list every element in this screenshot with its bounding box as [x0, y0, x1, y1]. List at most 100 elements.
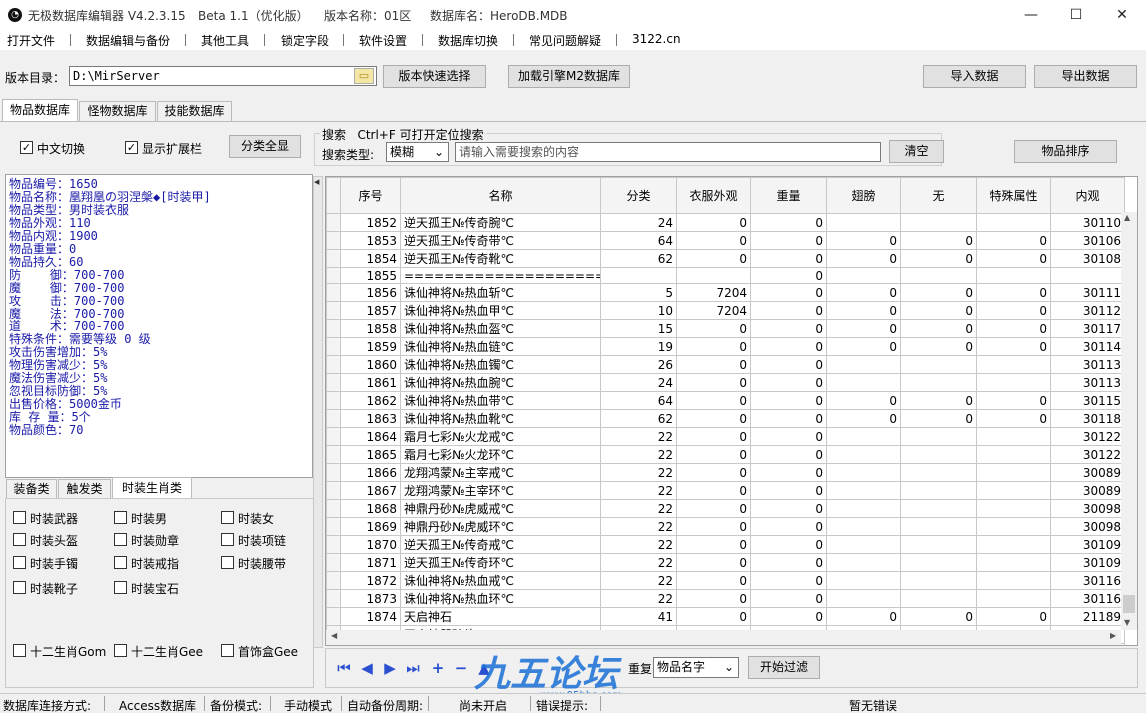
table-cell[interactable]: 0	[676, 517, 751, 536]
table-cell[interactable]: 0	[750, 499, 827, 518]
version-quick-select-button[interactable]: 版本快速选择	[383, 65, 486, 88]
table-cell[interactable]	[826, 445, 901, 464]
column-header[interactable]: 名称	[400, 177, 601, 214]
table-cell[interactable]	[976, 355, 1051, 374]
close-icon[interactable]: ✕	[1099, 0, 1145, 30]
table-cell[interactable]: 22	[600, 571, 677, 590]
table-cell[interactable]: 19	[600, 337, 677, 356]
table-row[interactable]: 1853 逆天孤王№传奇带℃ 64 0 0 0 0 0 30106	[326, 231, 1125, 250]
table-cell[interactable]: 0	[976, 231, 1051, 250]
table-cell[interactable]	[976, 481, 1051, 500]
table-cell[interactable]: 1869	[340, 517, 401, 536]
table-cell[interactable]	[826, 213, 901, 232]
category-checkbox[interactable]	[221, 511, 234, 524]
table-cell[interactable]: 30111	[1050, 283, 1125, 302]
table-cell[interactable]: 0	[676, 337, 751, 356]
first-record-icon[interactable]: ⏮	[334, 660, 354, 676]
table-cell[interactable]: 1865	[340, 445, 401, 464]
table-cell[interactable]: 0	[976, 409, 1051, 428]
table-cell[interactable]: 0	[750, 283, 827, 302]
table-cell[interactable]	[826, 355, 901, 374]
table-cell[interactable]: 0	[750, 607, 827, 626]
table-cell[interactable]: 30122	[1050, 445, 1125, 464]
table-cell[interactable]: 22	[600, 517, 677, 536]
prior-record-icon[interactable]: ◀	[357, 660, 377, 676]
table-cell[interactable]: 0	[900, 391, 977, 410]
table-cell[interactable]: 0	[676, 249, 751, 268]
table-cell[interactable]: 0	[676, 445, 751, 464]
table-cell[interactable]: 10	[600, 301, 677, 320]
menu-lock-fields[interactable]: 锁定字段	[281, 32, 329, 49]
menu-website[interactable]: 3122.cn	[632, 32, 681, 46]
category-checkbox[interactable]	[13, 556, 26, 569]
table-cell[interactable]: 24	[600, 213, 677, 232]
table-cell[interactable]	[676, 267, 751, 284]
scroll-left-icon[interactable]: ◀	[331, 631, 337, 640]
table-cell[interactable]: 0	[750, 231, 827, 250]
table-cell[interactable]: 0	[676, 481, 751, 500]
table-cell[interactable]: 0	[750, 355, 827, 374]
category-checkbox[interactable]	[13, 533, 26, 546]
table-cell[interactable]	[826, 553, 901, 572]
maximize-icon[interactable]: ☐	[1053, 0, 1099, 30]
table-cell[interactable]: 0	[676, 391, 751, 410]
table-cell[interactable]: 0	[826, 337, 901, 356]
table-cell[interactable]: 7204	[676, 283, 751, 302]
folder-open-icon[interactable]: ▭	[354, 68, 374, 84]
table-cell[interactable]: 1862	[340, 391, 401, 410]
table-cell[interactable]: 22	[600, 535, 677, 554]
table-cell[interactable]: 诛仙神将№热血斩℃	[400, 283, 601, 302]
table-cell[interactable]: 0	[826, 391, 901, 410]
table-cell[interactable]: 0	[750, 337, 827, 356]
last-record-icon[interactable]: ⏭	[403, 660, 423, 676]
table-cell[interactable]	[826, 427, 901, 446]
table-cell[interactable]: 0	[826, 409, 901, 428]
search-type-select[interactable]: 模糊 ⌄	[386, 142, 449, 162]
column-header[interactable]: 分类	[600, 177, 677, 214]
show-all-categories-button[interactable]: 分类全显	[229, 135, 301, 158]
table-cell[interactable]	[976, 553, 1051, 572]
table-cell[interactable]: 0	[976, 301, 1051, 320]
table-cell[interactable]: 0	[676, 589, 751, 608]
table-cell[interactable]	[600, 267, 677, 284]
tab-skill-db[interactable]: 技能数据库	[157, 101, 232, 121]
table-row[interactable]: 1855======================25 0	[326, 267, 1125, 284]
table-cell[interactable]: 诛仙神将№热血盔℃	[400, 319, 601, 338]
table-cell[interactable]: 0	[750, 463, 827, 482]
table-cell[interactable]: 7204	[676, 301, 751, 320]
table-cell[interactable]: 30109	[1050, 535, 1125, 554]
table-cell[interactable]: 0	[900, 283, 977, 302]
table-cell[interactable]: 0	[826, 283, 901, 302]
table-cell[interactable]: 龙翔鸿蒙№主宰环℃	[400, 481, 601, 500]
table-cell[interactable]: 22	[600, 427, 677, 446]
table-cell[interactable]	[826, 463, 901, 482]
table-cell[interactable]: 22	[600, 499, 677, 518]
table-cell[interactable]	[976, 535, 1051, 554]
table-cell[interactable]: 0	[976, 249, 1051, 268]
table-cell[interactable]: 逆天孤王№传奇环℃	[400, 553, 601, 572]
table-cell[interactable]: 0	[676, 427, 751, 446]
table-cell[interactable]: 0	[750, 427, 827, 446]
table-cell[interactable]	[976, 213, 1051, 232]
tab-equipment[interactable]: 装备类	[6, 479, 57, 498]
delete-record-icon[interactable]: −	[451, 660, 471, 676]
table-cell[interactable]: 1859	[340, 337, 401, 356]
table-cell[interactable]	[826, 267, 901, 284]
table-cell[interactable]: 1874	[340, 607, 401, 626]
table-cell[interactable]: 诛仙神将№热血链℃	[400, 337, 601, 356]
table-cell[interactable]	[976, 499, 1051, 518]
table-cell[interactable]: 26	[600, 355, 677, 374]
table-cell[interactable]: 逆天孤王№传奇靴℃	[400, 249, 601, 268]
table-cell[interactable]: 0	[676, 553, 751, 572]
table-cell[interactable]: 0	[900, 409, 977, 428]
start-filter-button[interactable]: 开始过滤	[748, 656, 820, 679]
table-cell[interactable]: 0	[826, 249, 901, 268]
table-row[interactable]: 1864 霜月七彩№火龙戒℃ 22 0 0 30122	[326, 427, 1125, 446]
table-cell[interactable]	[826, 499, 901, 518]
table-cell[interactable]	[826, 373, 901, 392]
table-cell[interactable]: 0	[676, 231, 751, 250]
table-row[interactable]: 1860 诛仙神将№热血镯℃ 26 0 0 30113	[326, 355, 1125, 374]
table-cell[interactable]: 诛仙神将№热血戒℃	[400, 571, 601, 590]
category-checkbox[interactable]	[221, 556, 234, 569]
table-row[interactable]: 1856 诛仙神将№热血斩℃ 5 7204 0 0 0 0 30111	[326, 283, 1125, 302]
